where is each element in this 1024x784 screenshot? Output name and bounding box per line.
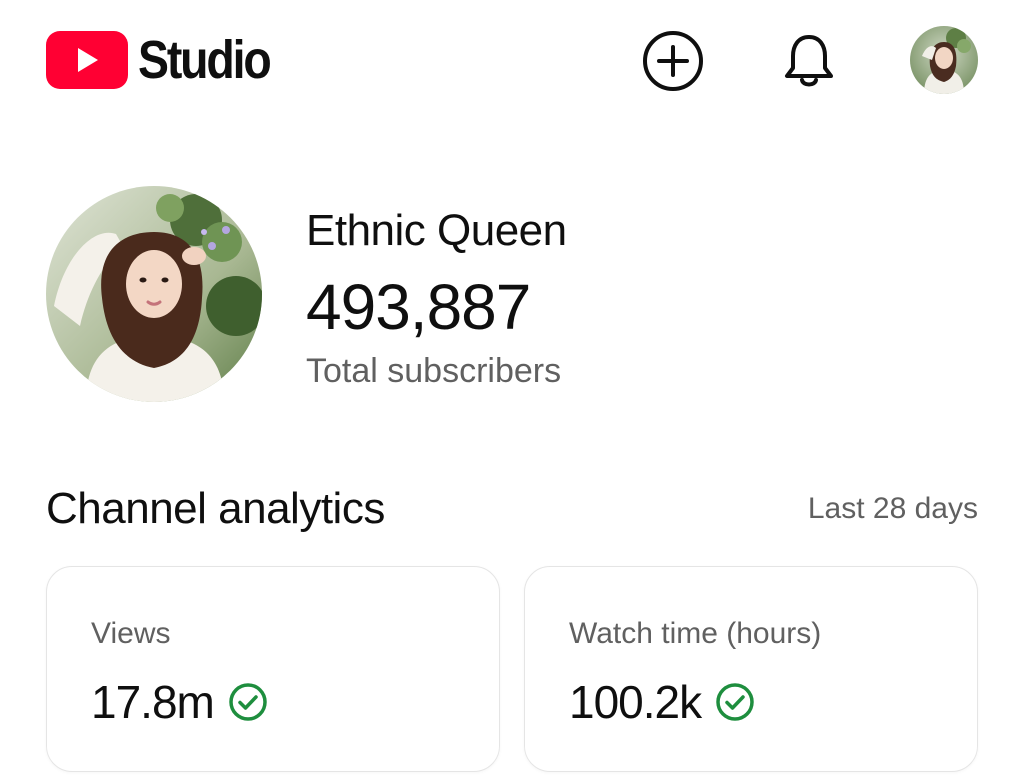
watch-time-value-row: 100.2k [569, 675, 755, 729]
views-card[interactable]: Views 17.8m [46, 566, 500, 772]
create-button[interactable] [640, 28, 706, 94]
account-avatar[interactable] [910, 26, 978, 94]
youtube-studio-logo[interactable]: Studio [46, 28, 291, 92]
watch-time-label: Watch time (hours) [569, 617, 822, 650]
analytics-period[interactable]: Last 28 days [808, 492, 978, 526]
channel-name: Ethnic Queen [306, 206, 567, 255]
check-circle-icon [229, 683, 267, 721]
channel-analytics-title: Channel analytics [46, 484, 385, 533]
check-circle-icon [716, 683, 754, 721]
add-circle-icon [643, 31, 703, 91]
watch-time-value: 100.2k [569, 676, 702, 728]
views-value: 17.8m [91, 676, 215, 728]
views-value-row: 17.8m [91, 675, 268, 729]
subscriber-label: Total subscribers [306, 352, 562, 390]
channel-photo [46, 186, 262, 402]
app-header: Studio [0, 0, 1024, 130]
bell-icon [785, 35, 833, 87]
channel-avatar[interactable] [46, 186, 262, 402]
notifications-button[interactable] [776, 28, 842, 94]
subscriber-count: 493,887 [306, 271, 531, 343]
watch-time-card[interactable]: Watch time (hours) 100.2k [524, 566, 978, 772]
youtube-play-icon [46, 31, 128, 89]
views-label: Views [91, 617, 171, 650]
avatar-photo [910, 26, 978, 94]
brand-name: Studio [138, 30, 272, 90]
